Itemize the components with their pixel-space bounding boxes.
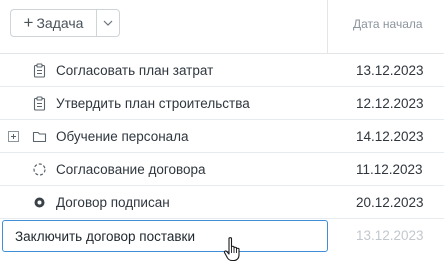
- column-header-start-date[interactable]: Дата начала: [353, 17, 423, 31]
- task-start-date: 20.12.2023: [356, 195, 424, 210]
- task-name[interactable]: Согласовать план затрат: [56, 63, 213, 78]
- dashed-circle-icon: [33, 163, 46, 176]
- hand-pointer-cursor-icon: [223, 237, 240, 262]
- table-row[interactable]: Утвердить план строительства 12.12.2023: [0, 87, 444, 120]
- clipboard-icon: [33, 63, 46, 78]
- add-task-button-group: + Задача: [10, 9, 120, 37]
- table-row[interactable]: Согласовать план затрат 13.12.2023: [0, 54, 444, 87]
- add-task-dropdown-button[interactable]: [97, 10, 119, 36]
- table-row[interactable]: Обучение персонала 14.12.2023: [0, 120, 444, 153]
- task-name-input[interactable]: [2, 220, 328, 252]
- table-row[interactable]: Договор подписан 20.12.2023: [0, 186, 444, 219]
- task-start-date-placeholder: 13.12.2023: [356, 228, 424, 243]
- plus-icon: +: [23, 13, 34, 32]
- milestone-icon: [34, 197, 45, 208]
- add-task-button[interactable]: + Задача: [11, 10, 96, 36]
- task-start-date: 14.12.2023: [356, 129, 424, 144]
- clipboard-icon: [33, 96, 46, 111]
- table-header: + Задача Дата начала: [0, 0, 444, 54]
- task-start-date: 13.12.2023: [356, 63, 424, 78]
- task-start-date: 11.12.2023: [356, 162, 423, 177]
- column-divider: [327, 0, 328, 53]
- task-name[interactable]: Договор подписан: [56, 195, 170, 210]
- task-name[interactable]: Обучение персонала: [56, 129, 189, 144]
- table-row[interactable]: Согласование договора 11.12.2023: [0, 153, 444, 186]
- folder-icon: [32, 131, 47, 143]
- chevron-down-icon: [103, 20, 113, 26]
- expand-plus-icon[interactable]: [8, 131, 19, 142]
- task-name[interactable]: Согласование договора: [56, 162, 206, 177]
- task-start-date: 12.12.2023: [356, 96, 424, 111]
- task-name[interactable]: Утвердить план строительства: [56, 96, 250, 111]
- add-task-label: Задача: [36, 15, 84, 31]
